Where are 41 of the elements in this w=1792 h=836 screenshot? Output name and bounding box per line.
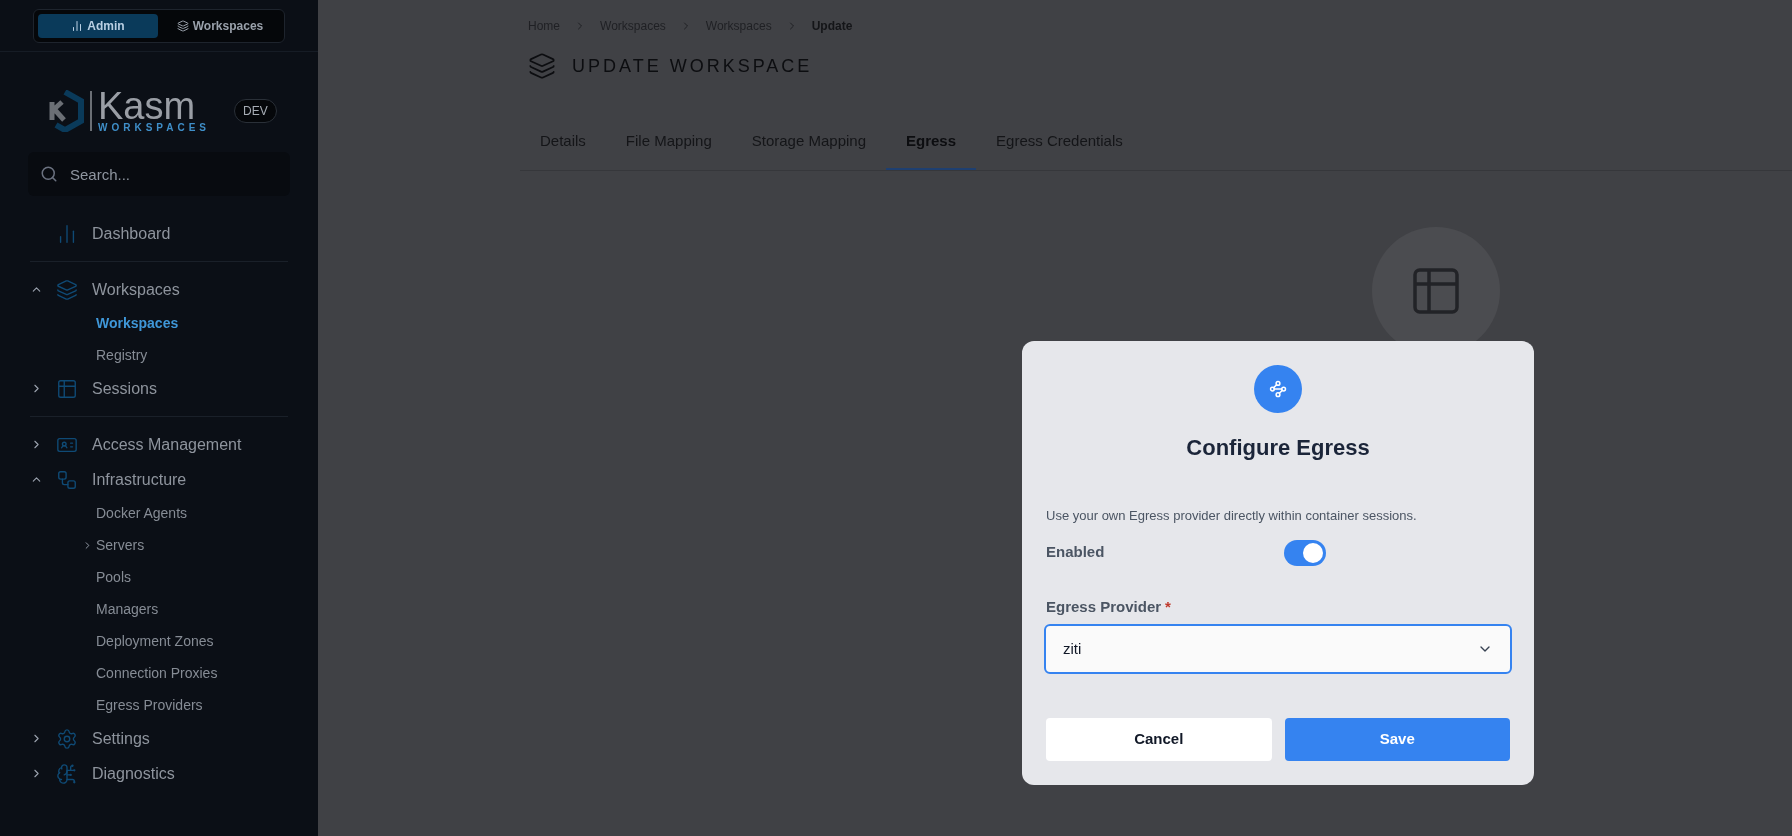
environment-badge: DEV (234, 99, 277, 123)
nav-subitem[interactable]: Docker Agents (96, 502, 188, 524)
nav-icon (56, 377, 78, 400)
search-icon (40, 165, 58, 183)
toggle-label: Enabled (1046, 542, 1106, 563)
mode-tab[interactable]: Admin (38, 13, 158, 38)
nav-icon (56, 727, 78, 750)
dialog-description: Use your own Egress provider directly within container sessions. (1046, 507, 1418, 525)
layers-icon (528, 52, 556, 80)
route-icon (1254, 365, 1302, 413)
nav-subitem[interactable]: Managers (96, 598, 159, 620)
logo-wordmark: Kasm (98, 89, 196, 123)
nav-subitem[interactable]: Connection Proxies (96, 662, 218, 684)
layers-icon (176, 19, 189, 32)
enabled-toggle[interactable] (1284, 539, 1326, 566)
nav-item[interactable]: Dashboard (92, 221, 171, 246)
dialog-title: Configure Egress (1185, 434, 1371, 462)
cancel-button[interactable]: Cancel (1046, 718, 1272, 761)
nav-item[interactable]: Workspaces (92, 277, 180, 302)
nav-icon (56, 278, 78, 301)
save-button[interactable]: Save (1284, 718, 1510, 761)
nav-subitem[interactable]: Deployment Zones (96, 630, 214, 652)
nav-item[interactable]: Sessions (92, 376, 157, 401)
nav-subitem[interactable]: Pools (96, 566, 132, 588)
nav-subitem[interactable]: Servers (96, 534, 145, 556)
provider-select[interactable]: ziti (1044, 624, 1512, 674)
nav-subitem[interactable]: Egress Providers (96, 694, 203, 716)
nav-subitem[interactable]: Workspaces (96, 312, 179, 334)
required-mark: * (1165, 596, 1171, 617)
nav-icon (56, 468, 78, 491)
logo-tagline: WORKSPACES (98, 123, 211, 133)
field-label: Egress Provider (1046, 596, 1162, 617)
nav-icon (56, 762, 78, 785)
nav-item[interactable]: Diagnostics (92, 761, 175, 786)
search-field[interactable]: Search... (28, 152, 290, 196)
nav-item[interactable]: Settings (92, 726, 150, 751)
nav-item[interactable]: Access Management (92, 432, 242, 457)
mode-tab[interactable]: Workspaces (160, 13, 280, 38)
chart-icon (71, 19, 84, 32)
nav-subitem[interactable]: Registry (96, 344, 148, 366)
nav-item[interactable]: Infrastructure (92, 467, 187, 492)
